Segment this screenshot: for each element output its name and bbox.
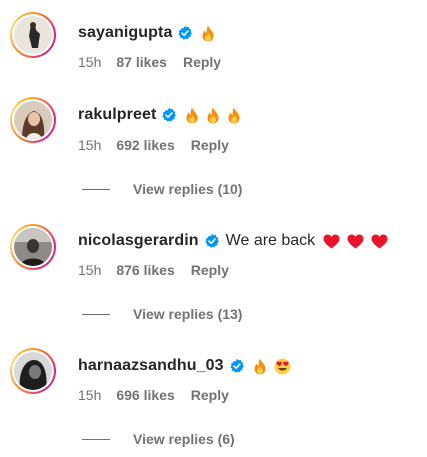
- fire-icon: [206, 107, 220, 124]
- fire-icon: [185, 107, 199, 124]
- view-replies-button[interactable]: View replies (10): [82, 181, 242, 197]
- comment-username[interactable]: harnaazsandhu_03: [78, 357, 224, 375]
- view-replies-button[interactable]: View replies (6): [82, 431, 235, 447]
- heart-icon: [371, 234, 388, 249]
- view-replies-label: View replies (13): [133, 306, 243, 322]
- avatar[interactable]: [10, 97, 56, 143]
- heart-icon: [323, 234, 340, 249]
- fire-icon: [201, 25, 215, 42]
- avatar-image: [14, 16, 52, 54]
- avatar[interactable]: [10, 224, 56, 270]
- likes-count[interactable]: 696 likes: [116, 387, 174, 403]
- comment-timestamp: 15h: [78, 262, 102, 278]
- replies-divider: [82, 438, 110, 440]
- verified-badge-icon: [162, 107, 177, 122]
- verified-badge-icon: [230, 358, 244, 373]
- comment-timestamp: 15h: [78, 54, 102, 70]
- comment-username[interactable]: sayanigupta: [78, 24, 172, 42]
- heart-icon: [347, 234, 364, 249]
- comment-timestamp: 15h: [78, 387, 102, 403]
- heart-eyes-icon: [274, 358, 291, 375]
- reply-button[interactable]: Reply: [191, 387, 229, 403]
- fire-icon: [253, 358, 267, 375]
- view-replies-label: View replies (10): [133, 181, 243, 197]
- replies-divider: [82, 188, 110, 190]
- reply-button[interactable]: Reply: [191, 262, 229, 278]
- replies-divider: [82, 313, 110, 315]
- comment-timestamp: 15h: [78, 137, 102, 153]
- fire-icon: [227, 107, 241, 124]
- avatar[interactable]: [10, 348, 56, 394]
- view-replies-button[interactable]: View replies (13): [82, 306, 242, 322]
- likes-count[interactable]: 876 likes: [116, 262, 174, 278]
- view-replies-label: View replies (6): [133, 431, 235, 447]
- verified-badge-icon: [178, 25, 193, 40]
- comment-username[interactable]: rakulpreet: [78, 106, 156, 124]
- avatar[interactable]: [10, 12, 56, 58]
- avatar-image: [14, 352, 52, 390]
- reply-button[interactable]: Reply: [191, 137, 229, 153]
- likes-count[interactable]: 692 likes: [116, 137, 174, 153]
- reply-button[interactable]: Reply: [183, 54, 221, 70]
- comment-username[interactable]: nicolasgerardin: [78, 232, 199, 250]
- verified-badge-icon: [205, 233, 219, 248]
- comment-text: We are back: [225, 232, 316, 249]
- avatar-image: [14, 101, 52, 139]
- avatar-image: [14, 228, 52, 266]
- likes-count[interactable]: 87 likes: [116, 54, 167, 70]
